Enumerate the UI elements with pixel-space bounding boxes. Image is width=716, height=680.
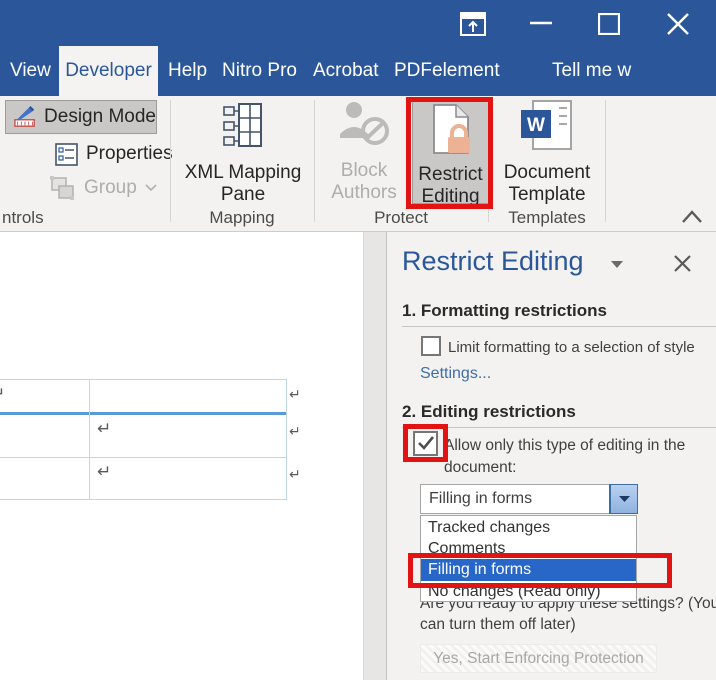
block-authors-label: Block Authors [331, 160, 397, 203]
ribbon-display-options-icon[interactable] [458, 10, 488, 38]
document-template-button[interactable]: W Document Template [500, 100, 594, 205]
end-of-row-mark: ↵ [289, 466, 301, 482]
maximize-button[interactable] [596, 11, 622, 37]
editing-restrictions-heading: 2. Editing restrictions [402, 402, 576, 421]
table-border [0, 457, 287, 458]
properties-button[interactable]: Properties [55, 140, 173, 168]
xml-mapping-pane-button[interactable]: XML Mapping Pane [175, 100, 311, 205]
pane-close-icon[interactable] [671, 252, 693, 274]
section-divider [402, 427, 716, 428]
ribbon: Design Mode Properties Group ntrols XML … [0, 96, 716, 232]
controls-group-label: ntrols [2, 208, 44, 227]
group-icon [50, 176, 74, 200]
formatting-restrictions-heading: 1. Formatting restrictions [402, 301, 607, 320]
xml-mapping-label: XML Mapping Pane [184, 162, 302, 205]
title-bar [0, 0, 716, 46]
templates-group-label: Templates [508, 208, 586, 227]
end-of-row-mark: ↵ [289, 386, 301, 402]
limit-formatting-label: Limit formatting to a selection of style [448, 339, 695, 356]
tab-nitro-pro[interactable]: Nitro Pro [222, 46, 297, 96]
tab-pdfelement[interactable]: PDFelement [394, 46, 500, 96]
table-border [0, 379, 287, 380]
end-of-cell-mark: ↵ [97, 462, 112, 481]
editing-type-dropdown[interactable]: Filling in forms [420, 484, 638, 514]
annotation-filling-in-forms-option [408, 553, 672, 588]
table-border [89, 379, 90, 500]
properties-icon [55, 142, 78, 166]
ribbon-separator [314, 100, 315, 222]
table-border-thick [0, 412, 287, 415]
tab-developer[interactable]: Developer [59, 46, 158, 96]
design-mode-button[interactable]: Design Mode [5, 100, 157, 134]
option-tracked-changes[interactable]: Tracked changes [421, 517, 636, 538]
group-chevron-icon [145, 184, 157, 192]
annotation-restrict-editing-button [406, 97, 493, 209]
svg-text:W: W [527, 115, 545, 136]
document-canvas[interactable]: ↵ ↵ ↵ ↵ ↵ ↵ [0, 232, 363, 680]
tab-help[interactable]: Help [168, 46, 207, 96]
allow-editing-label: Allow only this type of editing in the d… [444, 437, 686, 476]
document-pane-gap [363, 232, 387, 680]
block-authors-icon [340, 102, 389, 145]
collapse-ribbon-chevron-icon[interactable] [678, 206, 706, 226]
annotation-allow-editing-checkbox [403, 424, 448, 462]
table-border [286, 379, 287, 500]
protect-group-label: Protect [374, 208, 428, 227]
document-template-icon: W [521, 100, 572, 150]
table-border [0, 499, 287, 500]
start-enforcing-protection-button[interactable]: Yes, Start Enforcing Protection [420, 644, 657, 673]
section-divider [402, 326, 716, 327]
tab-acrobat[interactable]: Acrobat [313, 46, 378, 96]
end-of-row-mark: ↵ [289, 423, 301, 439]
mapping-group-label: Mapping [209, 208, 275, 227]
settings-link[interactable]: Settings... [420, 365, 491, 383]
design-mode-icon [14, 105, 35, 127]
document-template-label: Document Template [503, 162, 591, 205]
limit-formatting-checkbox[interactable] [421, 336, 441, 356]
dropdown-value: Filling in forms [429, 490, 533, 507]
close-window-button[interactable] [664, 10, 692, 38]
tab-view[interactable]: View [10, 46, 51, 96]
design-mode-label: Design Mode [44, 106, 156, 127]
tell-me-label[interactable]: Tell me w [552, 46, 631, 96]
end-of-cell-mark: ↵ [97, 419, 112, 438]
group-button[interactable]: Group [48, 174, 157, 202]
pane-title: Restrict Editing [402, 246, 584, 276]
properties-label: Properties [86, 143, 173, 164]
minimize-button[interactable] [528, 14, 554, 32]
end-of-cell-mark: ↵ [0, 385, 5, 402]
ribbon-separator [605, 100, 606, 222]
ribbon-separator [170, 100, 171, 222]
pane-menu-chevron-icon[interactable] [607, 256, 627, 272]
group-label: Group [84, 177, 137, 198]
block-authors-button[interactable]: Block Authors [320, 100, 408, 204]
ribbon-tab-row: View Developer Help Nitro Pro Acrobat PD… [0, 46, 716, 132]
xml-mapping-icon [223, 103, 262, 147]
dropdown-arrow-icon[interactable] [609, 484, 638, 514]
